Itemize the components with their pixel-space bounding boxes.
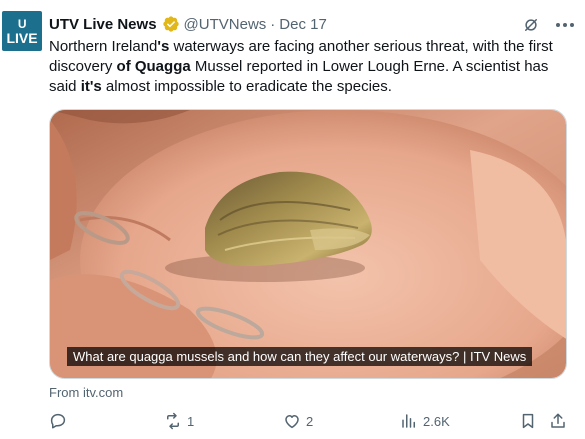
tweet-text: Northern Ireland's waterways are facing … xyxy=(49,37,569,97)
tweet-date[interactable]: Dec 17 xyxy=(279,16,327,33)
display-name[interactable]: UTV Live News xyxy=(49,16,157,33)
separator-dot: · xyxy=(270,15,276,33)
action-bar: 1 2 2.6K xyxy=(49,412,571,434)
avatar-live-label: LIVE xyxy=(6,29,38,46)
views-button[interactable]: 2.6K xyxy=(400,412,450,430)
retweet-count: 1 xyxy=(187,413,195,429)
reply-icon xyxy=(50,413,66,429)
verified-badge-icon xyxy=(162,16,179,32)
avatar-logo-text: U xyxy=(17,16,27,31)
bookmark-icon xyxy=(522,413,534,429)
tweet-text-bold: 's xyxy=(157,38,170,55)
like-count: 2 xyxy=(306,413,314,429)
share-button[interactable] xyxy=(549,412,567,430)
like-button[interactable]: 2 xyxy=(283,412,313,430)
link-source[interactable]: From itv.com xyxy=(49,385,123,400)
grok-icon[interactable] xyxy=(522,16,540,34)
views-icon xyxy=(402,414,415,428)
tweet-header: UTV Live News @UTVNews · Dec 17 xyxy=(49,14,571,34)
views-count: 2.6K xyxy=(423,413,450,429)
tweet-text-bold: of Quagga xyxy=(116,58,191,75)
bookmark-button[interactable] xyxy=(519,412,537,430)
tweet-text-bold: it's xyxy=(80,78,102,95)
mussel-photo xyxy=(50,110,566,378)
tweet-text-part: almost impossible to eradicate the speci… xyxy=(101,78,392,95)
retweet-button[interactable]: 1 xyxy=(164,412,194,430)
avatar[interactable]: U LIVE xyxy=(2,11,42,51)
retweet-icon xyxy=(167,412,179,430)
handle[interactable]: @UTVNews xyxy=(184,16,267,33)
tweet-text-part: Northern Ireland xyxy=(49,38,158,55)
like-icon xyxy=(285,415,299,429)
video-caption: What are quagga mussels and how can they… xyxy=(67,347,533,366)
share-icon xyxy=(551,413,565,428)
reply-button[interactable] xyxy=(49,412,72,430)
media-card[interactable]: What are quagga mussels and how can they… xyxy=(49,109,567,379)
more-icon[interactable] xyxy=(555,22,575,28)
